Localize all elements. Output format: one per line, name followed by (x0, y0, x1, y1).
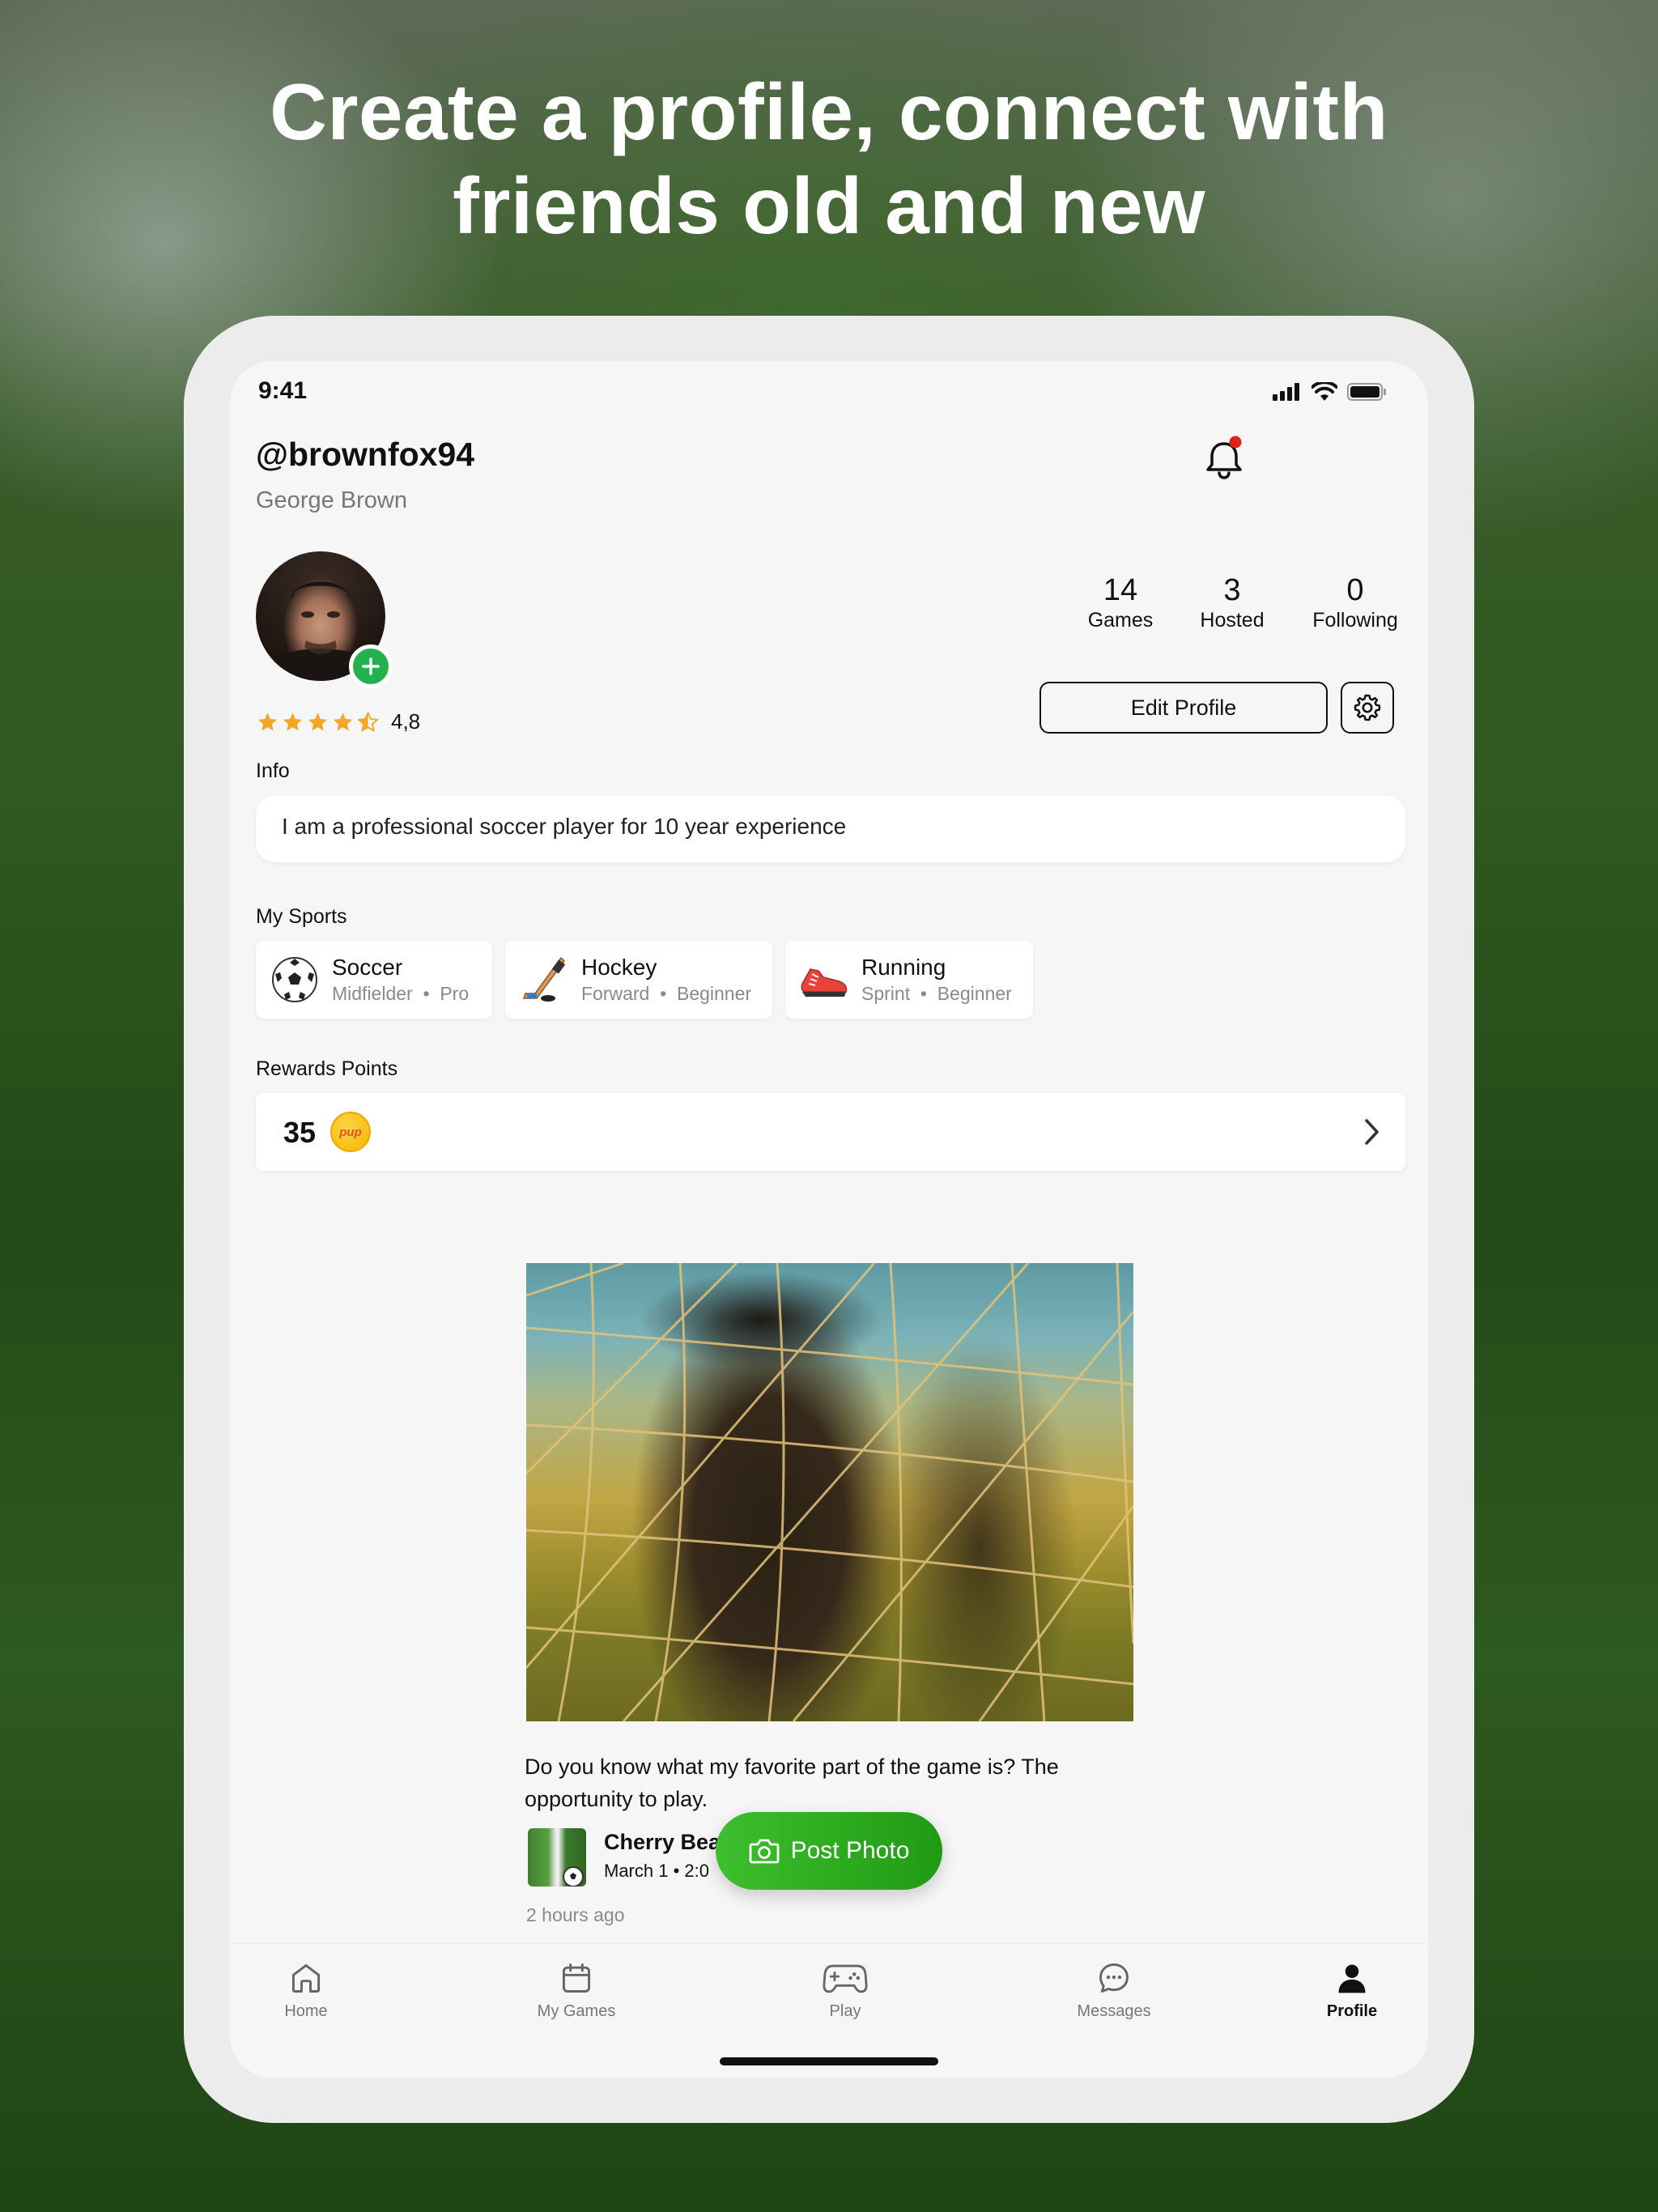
sport-detail: Sprint • Beginner (861, 983, 1012, 1004)
my-sports-label: My Sports (256, 905, 347, 928)
sport-detail: Forward • Beginner (581, 983, 752, 1004)
sport-level: Beginner (676, 983, 752, 1004)
tab-label: Home (284, 2002, 328, 2020)
stat-value: 14 (1103, 573, 1138, 607)
camera-icon (749, 1839, 780, 1864)
info-text: I am a professional soccer player for 10… (256, 796, 1405, 862)
sport-position: Sprint (861, 983, 911, 1004)
edit-profile-button[interactable]: Edit Profile (1039, 682, 1328, 734)
sport-position: Forward (581, 983, 650, 1004)
chat-bubble-icon (1099, 1963, 1129, 1993)
tagged-location-name[interactable]: Cherry Bea (604, 1830, 721, 1855)
tab-label: Messages (1077, 2002, 1151, 2020)
star-icon (333, 712, 353, 730)
sport-card-running[interactable]: Running Sprint • Beginner (785, 941, 1033, 1019)
tab-home[interactable]: Home (241, 1960, 371, 2021)
chevron-right-icon (1362, 1117, 1381, 1151)
half-star-icon (357, 711, 379, 731)
status-time: 9:41 (258, 377, 308, 404)
stat-label: Hosted (1200, 609, 1265, 632)
stat-label: Games (1087, 609, 1154, 632)
post-caption: Do you know what my favorite part of the… (525, 1755, 1059, 1811)
post-timestamp: 2 hours ago (526, 1904, 625, 1925)
wifi-icon (1312, 382, 1337, 401)
stat-label: Following (1312, 609, 1398, 632)
post-photo-button[interactable]: Post Photo (716, 1812, 942, 1890)
sport-level: Beginner (937, 983, 1012, 1004)
post-photo-label: Post Photo (790, 1837, 910, 1864)
home-indicator (720, 2057, 938, 2065)
bell-icon (1206, 436, 1242, 479)
stat-games[interactable]: 14 Games (1064, 573, 1177, 633)
sport-position: Midfielder (332, 983, 413, 1004)
plus-icon (362, 657, 380, 675)
hockey-stick-icon (518, 954, 570, 1006)
pup-coin-icon: pup (330, 1112, 371, 1152)
rating-value: 4,8 (391, 709, 421, 734)
rewards-points: 35 (283, 1116, 317, 1149)
promo-headline: Create a profile, connect with friends o… (0, 65, 1658, 253)
stat-hosted[interactable]: 3 Hosted (1175, 573, 1289, 633)
star-icon (257, 712, 278, 730)
sport-name: Soccer (332, 955, 403, 980)
post-photo[interactable] (526, 1263, 1133, 1721)
stat-value: 0 (1346, 573, 1364, 607)
calendar-icon (562, 1963, 591, 1993)
tab-play[interactable]: Play (780, 1960, 910, 2021)
tab-label: Play (829, 2002, 861, 2020)
star-icon (308, 712, 328, 730)
sport-detail: Midfielder • Pro (332, 983, 470, 1004)
app-screen: 9:41 @brownfox94 George Brown 4,8 14 Gam… (230, 361, 1428, 2078)
sport-card-soccer[interactable]: Soccer Midfielder • Pro (256, 941, 492, 1019)
sport-name: Running (861, 955, 946, 980)
status-icons (1273, 382, 1388, 402)
username: @brownfox94 (256, 436, 475, 473)
settings-button[interactable] (1341, 682, 1394, 734)
tagged-location-datetime: March 1 • 2:0 (604, 1861, 709, 1881)
notifications-button[interactable] (1201, 434, 1247, 483)
soccer-net-overlay (526, 1263, 1133, 1721)
rating: 4,8 (256, 709, 420, 734)
tab-label: My Games (537, 2002, 616, 2020)
sport-level: Pro (440, 983, 470, 1004)
running-shoe-icon (798, 954, 850, 1006)
rewards-card[interactable]: 35 pup (256, 1093, 1405, 1171)
info-label: Info (256, 759, 290, 782)
add-photo-button[interactable] (349, 644, 393, 688)
tab-messages[interactable]: Messages (1049, 1960, 1179, 2021)
soccer-ball-icon (269, 954, 321, 1006)
gamepad-icon (823, 1964, 868, 1993)
tab-my-games[interactable]: My Games (512, 1960, 641, 2021)
full-name: George Brown (256, 487, 407, 513)
sport-card-hockey[interactable]: Hockey Forward • Beginner (505, 941, 772, 1019)
tab-label: Profile (1326, 2002, 1378, 2020)
soccer-ball-icon (563, 1866, 584, 1887)
tab-profile[interactable]: Profile (1287, 1960, 1417, 2021)
star-icon (283, 712, 303, 730)
rewards-label: Rewards Points (256, 1057, 398, 1080)
promo-headline-line-2: friends old and new (453, 161, 1205, 250)
stat-following[interactable]: 0 Following (1290, 573, 1420, 633)
promo-headline-line-1: Create a profile, connect with (270, 67, 1388, 156)
coin-text: pup (339, 1125, 362, 1139)
tagged-location-thumbnail[interactable] (528, 1828, 586, 1887)
person-icon (1338, 1964, 1366, 1993)
battery-icon (1347, 383, 1386, 401)
sport-name: Hockey (581, 955, 657, 980)
notification-dot (1229, 436, 1242, 449)
stat-value: 3 (1223, 573, 1241, 607)
cellular-signal-icon (1273, 383, 1299, 401)
home-icon (291, 1963, 321, 1993)
gear-icon (1354, 694, 1381, 721)
